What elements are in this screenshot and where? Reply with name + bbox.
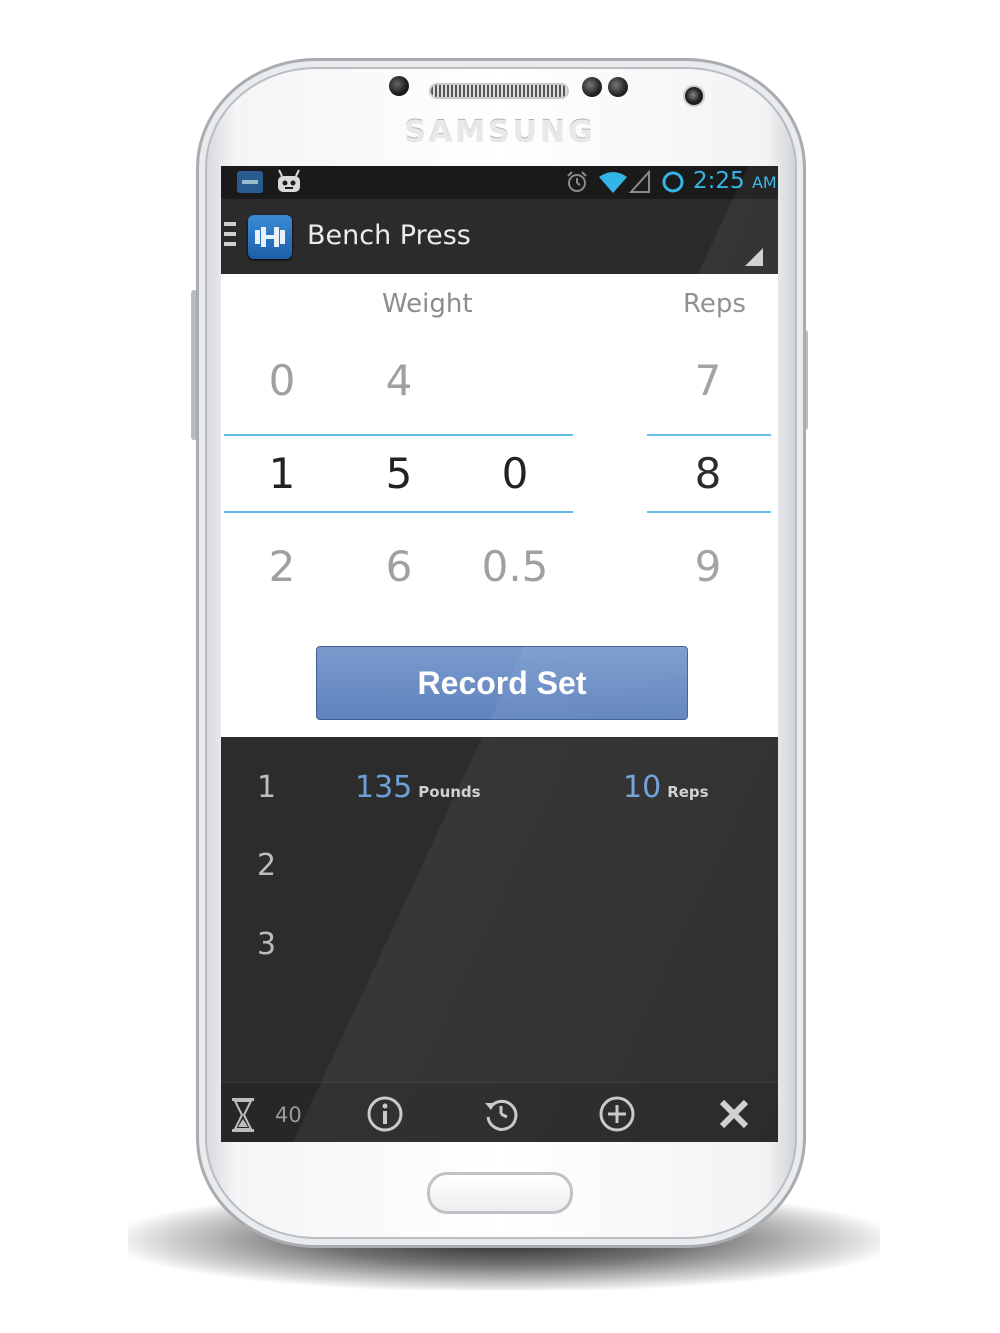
sync-icon bbox=[662, 171, 684, 193]
reps-picker-top-rule bbox=[647, 434, 771, 436]
weight-digit-1-below[interactable]: 2 bbox=[252, 542, 312, 591]
history-icon[interactable] bbox=[482, 1095, 520, 1133]
weight-label: Weight bbox=[382, 289, 473, 319]
screen: 2:25 AM Bench Press Weight Reps 0 1 2 4 bbox=[221, 166, 778, 1142]
status-bar: 2:25 AM bbox=[221, 166, 778, 199]
reps-digit-below[interactable]: 9 bbox=[678, 542, 738, 591]
dumbbell-icon[interactable] bbox=[248, 215, 292, 259]
reps-label: Reps bbox=[683, 289, 746, 319]
home-button[interactable] bbox=[427, 1172, 573, 1214]
weight-fraction-selected[interactable]: 0 bbox=[485, 449, 545, 498]
weight-picker-top-rule bbox=[224, 434, 573, 436]
set-reps[interactable]: 10 Reps bbox=[623, 770, 709, 805]
hourglass-icon[interactable] bbox=[231, 1097, 255, 1133]
rest-timer[interactable]: 40 bbox=[275, 1103, 302, 1127]
action-bar: Bench Press bbox=[221, 199, 778, 274]
close-icon[interactable] bbox=[715, 1095, 753, 1133]
weight-digit-2-above[interactable]: 4 bbox=[369, 356, 429, 405]
set-weight[interactable]: 135 Pounds bbox=[355, 770, 481, 805]
light-sensor-2 bbox=[608, 77, 628, 97]
wifi-icon bbox=[599, 172, 627, 193]
brand-logo: SAMSUNG bbox=[404, 115, 596, 150]
bottom-toolbar: 40 bbox=[221, 1082, 778, 1142]
reps-digit-above[interactable]: 7 bbox=[678, 356, 738, 405]
set-picker: Weight Reps 0 1 2 4 5 6 0 0.5 7 8 9 Reco… bbox=[221, 274, 778, 737]
spinner-dropdown-icon[interactable] bbox=[745, 248, 763, 266]
drawer-icon[interactable] bbox=[224, 222, 236, 252]
set-log: 1 135 Pounds 10 Reps 2 3 bbox=[221, 737, 778, 1082]
set-number: 2 bbox=[257, 848, 277, 883]
weight-picker-bottom-rule bbox=[224, 511, 573, 513]
reps-picker-bottom-rule bbox=[647, 511, 771, 513]
set-number: 1 bbox=[257, 770, 277, 805]
alarm-icon bbox=[567, 171, 587, 192]
set-number: 3 bbox=[257, 927, 277, 962]
record-set-button[interactable]: Record Set bbox=[316, 646, 688, 720]
weight-digit-1-above[interactable]: 0 bbox=[252, 356, 312, 405]
android-notification-icon bbox=[278, 169, 300, 192]
earpiece-speaker bbox=[429, 83, 569, 99]
proximity-sensor bbox=[389, 76, 409, 96]
exercise-title[interactable]: Bench Press bbox=[307, 220, 471, 251]
signal-icon bbox=[629, 170, 650, 193]
weight-digit-2-selected[interactable]: 5 bbox=[369, 449, 429, 498]
front-camera bbox=[683, 85, 705, 107]
info-icon[interactable] bbox=[366, 1095, 404, 1133]
weight-digit-1-selected[interactable]: 1 bbox=[252, 449, 312, 498]
add-icon[interactable] bbox=[598, 1095, 636, 1133]
clock: 2:25 AM bbox=[693, 168, 777, 194]
weight-digit-2-below[interactable]: 6 bbox=[369, 542, 429, 591]
app-notification-icon bbox=[237, 171, 263, 193]
weight-fraction-below[interactable]: 0.5 bbox=[470, 542, 560, 591]
reps-digit-selected[interactable]: 8 bbox=[678, 449, 738, 498]
light-sensor bbox=[582, 77, 602, 97]
